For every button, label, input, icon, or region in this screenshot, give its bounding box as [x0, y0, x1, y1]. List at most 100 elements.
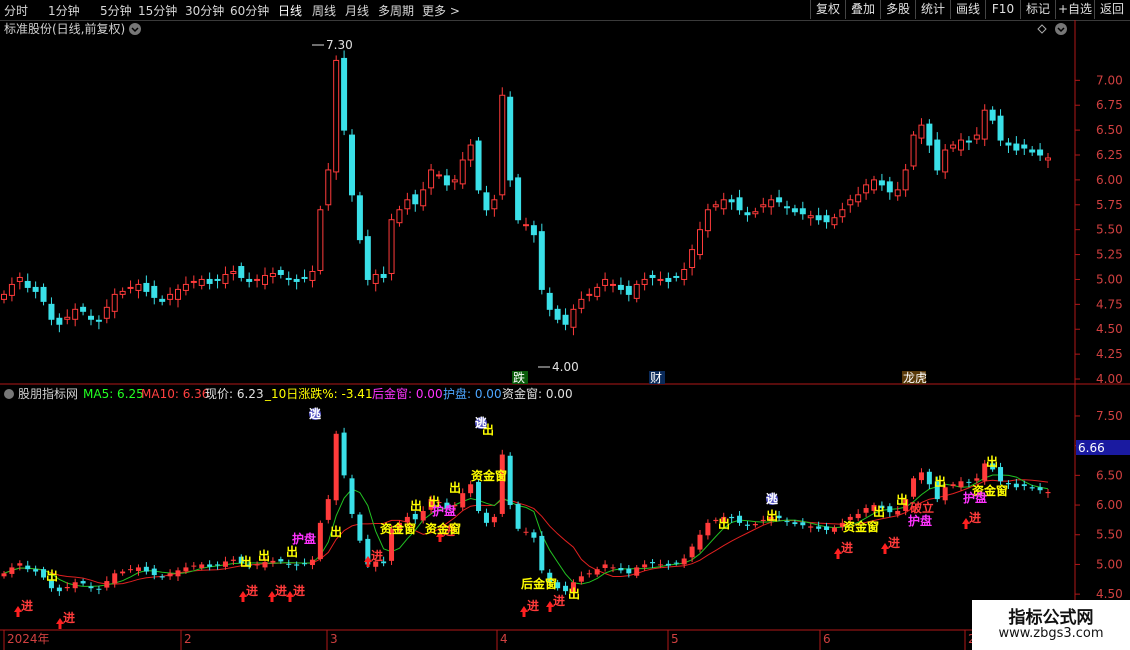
candle-up [720, 199, 727, 210]
sub-candle-down [737, 515, 743, 523]
candle-down [878, 180, 885, 186]
sub-candle-up [808, 526, 814, 528]
sub-chevron-icon[interactable] [4, 389, 14, 399]
signal-protect: 护盘 [908, 513, 932, 528]
candle-up [633, 283, 640, 299]
tab-5min[interactable]: 5分钟 [100, 2, 132, 19]
sub-candle-down [349, 478, 355, 514]
signal-out: 出 [258, 548, 270, 563]
signal-in: 进 [553, 593, 565, 608]
sub-candle-down [626, 568, 632, 574]
candle-up [269, 272, 276, 277]
candle-down [1013, 143, 1020, 151]
fuquan-button[interactable]: 复权 [810, 0, 845, 19]
candle-up [681, 269, 688, 280]
tab-daily[interactable]: 日线 [278, 2, 302, 19]
candle-up [167, 293, 174, 300]
candle-up [262, 274, 268, 285]
signal-protect: 护盘 [963, 490, 987, 505]
sub-candle-up [918, 472, 924, 481]
main-y-tick-label: 5.25 [1096, 248, 1123, 262]
main-y-tick-label: 6.75 [1096, 98, 1123, 112]
sub-candle-up [642, 564, 648, 568]
sub-candle-up [135, 567, 141, 571]
candle-down [673, 275, 680, 278]
top-toolbar: 分时 1分钟 5分钟 15分钟 30分钟 60分钟 日线 周线 月线 多周期 更… [0, 0, 1130, 21]
tab-30min[interactable]: 30分钟 [185, 2, 224, 19]
event-badge-cai[interactable]: 财 [650, 371, 662, 385]
chevron-down-icon[interactable] [129, 23, 141, 35]
candle-up [578, 298, 585, 309]
back-button[interactable]: 返回 [1094, 0, 1129, 19]
tab-fenshi[interactable]: 分时 [4, 2, 28, 19]
overlay-button[interactable]: 叠加 [845, 0, 880, 19]
tab-1min[interactable]: 1分钟 [48, 2, 80, 19]
candle-down [1005, 142, 1012, 146]
sub-candle-down [650, 562, 656, 564]
candle-down [776, 197, 783, 203]
sub-candle-down [80, 581, 86, 584]
signal-out: 出 [286, 544, 298, 559]
event-badge-lhb[interactable]: 龙虎 [903, 371, 927, 385]
sub-y-tick-label: 6.00 [1096, 498, 1123, 512]
sub-candle-up [855, 513, 861, 519]
candle-down [206, 278, 213, 284]
sub-candle-down [784, 521, 790, 523]
sub-candle-up [254, 564, 260, 566]
signal-later-window: 后金窗 [521, 576, 557, 591]
candle-up [752, 211, 759, 215]
f10-button[interactable]: F10 [985, 0, 1020, 19]
candle-down [214, 278, 221, 281]
candle-down [32, 286, 39, 292]
sub-candle-down [792, 522, 798, 525]
candle-up [910, 134, 917, 167]
mark-button[interactable]: 标记 [1020, 0, 1055, 19]
sub-candle-down [665, 563, 671, 566]
candle-down [159, 298, 166, 302]
sub-candle-down [159, 576, 165, 578]
candle-up [459, 159, 466, 185]
sub-candle-up [594, 569, 600, 575]
tab-more[interactable]: 更多 > [422, 2, 460, 19]
candle-up [942, 149, 949, 173]
sub-candle-up [333, 433, 339, 501]
sub-candle-up [230, 559, 236, 561]
signal-in: 进 [63, 610, 75, 625]
sub-candle-up [681, 558, 687, 565]
candle-down [48, 303, 55, 320]
tab-monthly[interactable]: 月线 [345, 2, 369, 19]
watermark-title: 指标公式网 [1008, 608, 1094, 628]
tab-weekly[interactable]: 周线 [312, 2, 336, 19]
add-watchlist-button[interactable]: +自选 [1055, 0, 1094, 19]
candle-down [293, 278, 300, 282]
sub-candle-up [270, 560, 276, 563]
event-badge-die[interactable]: 跌 [513, 370, 525, 385]
candle-up [657, 278, 664, 281]
candle-down [1037, 149, 1044, 156]
stats-button[interactable]: 统计 [915, 0, 950, 19]
candle-up [325, 169, 332, 206]
diamond-icon[interactable] [1037, 24, 1047, 34]
sub-candle-down [1037, 487, 1043, 491]
candle-down [625, 285, 632, 295]
candle-down [412, 194, 419, 205]
multi-stock-button[interactable]: 多股 [880, 0, 915, 19]
draw-line-button[interactable]: 画线 [950, 0, 985, 19]
candle-up [981, 109, 988, 140]
candle-up [111, 293, 118, 312]
tab-15min[interactable]: 15分钟 [138, 2, 177, 19]
sub-candle-down [412, 513, 418, 520]
sub-candle-up [586, 573, 592, 575]
settings-chevron-icon[interactable] [1055, 23, 1067, 35]
candle-down [997, 115, 1004, 141]
signal-in: 进 [527, 598, 539, 613]
sub-candle-up [491, 516, 497, 523]
candle-down [80, 306, 87, 312]
sub-candle-down [887, 506, 893, 513]
candle-up [499, 94, 506, 196]
signal-out: 出 [568, 586, 580, 601]
tab-60min[interactable]: 60分钟 [230, 2, 269, 19]
signal-break: 破立 [910, 500, 934, 515]
sub-y-tick-label: 5.00 [1096, 557, 1123, 571]
tab-multi-period[interactable]: 多周期 [378, 2, 414, 19]
